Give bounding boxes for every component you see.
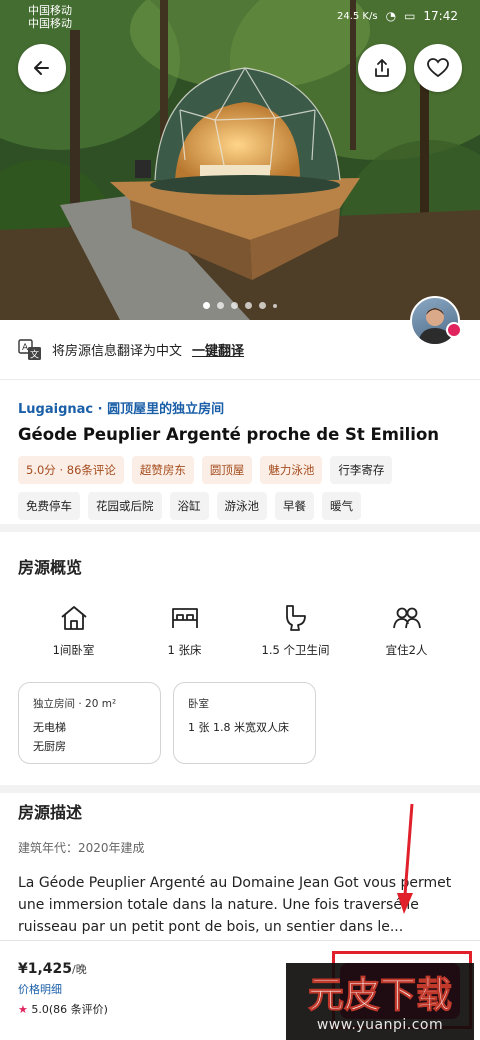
- amenity-tag[interactable]: 5.0分 · 86条评论: [18, 456, 124, 484]
- star-icon: ★: [18, 1003, 28, 1016]
- feature-beds: 1 张床: [129, 604, 240, 658]
- divider: [0, 524, 480, 532]
- house-icon: [60, 606, 87, 630]
- feature-label: 宜住2人: [385, 643, 428, 657]
- pager-dot[interactable]: [231, 302, 238, 309]
- wifi-icon: ◔: [385, 9, 397, 23]
- overview-title: 房源概览: [18, 558, 83, 577]
- toilet-icon: [285, 605, 306, 631]
- guests-icon: [392, 607, 421, 629]
- room-type-card[interactable]: 独立房间 · 20 m² 无电梯 无厨房: [18, 682, 161, 764]
- bedroom-card[interactable]: 卧室 1 张 1.8 米宽双人床: [173, 682, 316, 764]
- listing-page: 中国移动 中国移动 24.5 K/s ◔ ▭ 17:42 A 文 将房源信息翻译…: [0, 0, 480, 1040]
- watermark-url: www.yuanpi.com: [316, 1016, 444, 1033]
- share-button[interactable]: [358, 44, 406, 92]
- net-speed: 24.5 K/s: [336, 10, 378, 22]
- divider: [0, 785, 480, 793]
- back-button[interactable]: [18, 44, 66, 92]
- glamping-dome-photo: [0, 0, 480, 320]
- clock: 17:42: [423, 9, 458, 23]
- amenity-tag[interactable]: 魅力泳池: [260, 456, 323, 484]
- status-bar: 中国移动 中国移动 24.5 K/s ◔ ▭ 17:42: [0, 0, 480, 34]
- svg-text:元皮下载: 元皮下载: [308, 975, 452, 1015]
- translate-button[interactable]: 一键翻译: [192, 340, 244, 359]
- hero-photo[interactable]: 中国移动 中国移动 24.5 K/s ◔ ▭ 17:42: [0, 0, 480, 320]
- heart-icon: [427, 58, 449, 78]
- amenity-tag[interactable]: 暖气: [322, 492, 361, 520]
- card-line: 无厨房: [33, 740, 66, 753]
- feature-label: 1 张床: [167, 643, 202, 657]
- build-year: 建筑年代：2020年建成: [18, 841, 145, 855]
- carrier-1: 中国移动: [28, 4, 72, 17]
- feature-bathrooms: 1.5 个卫生间: [240, 604, 351, 658]
- favorite-button[interactable]: [414, 44, 462, 92]
- amenity-tag[interactable]: 花园或后院: [88, 492, 162, 520]
- translate-bar: A 文 将房源信息翻译为中文 一键翻译: [0, 320, 480, 380]
- description-text[interactable]: La Géode Peuplier Argenté au Domaine Jea…: [18, 872, 462, 938]
- pager-dot[interactable]: [245, 302, 252, 309]
- room-cards: 独立房间 · 20 m² 无电梯 无厨房 卧室 1 张 1.8 米宽双人床: [18, 682, 462, 764]
- site-watermark: 元皮下载 www.yuanpi.com: [286, 963, 474, 1040]
- pager-dot[interactable]: [259, 302, 266, 309]
- carrier-2: 中国移动: [28, 17, 72, 30]
- translate-prompt: 将房源信息翻译为中文: [52, 344, 183, 359]
- amenity-tag[interactable]: 浴缸: [169, 492, 209, 520]
- card-heading: 卧室: [188, 698, 209, 710]
- svg-text:文: 文: [30, 348, 39, 360]
- feature-list: 1间卧室 1 张床 1.5 个卫生间 宜住2人: [18, 604, 462, 658]
- description-section: 房源描述 建筑年代：2020年建成 La Géode Peuplier Arge…: [0, 793, 480, 938]
- pager-dot[interactable]: [203, 302, 210, 309]
- amenity-tag[interactable]: 行李寄存: [330, 456, 393, 484]
- bed-icon: [171, 608, 198, 628]
- arrow-left-icon: [34, 61, 49, 75]
- battery-icon: ▭: [404, 9, 416, 23]
- amenity-tag[interactable]: 游泳池: [216, 492, 267, 520]
- amenity-tag[interactable]: 免费停车: [18, 492, 80, 520]
- pager-dot[interactable]: [217, 302, 224, 309]
- description-title: 房源描述: [18, 803, 83, 822]
- price-amount: ¥1,425: [18, 961, 73, 977]
- amenity-tags: 5.0分 · 86条评论 超赞房东 圆顶屋 魅力泳池 行李寄存免费停车 花园或后院 浴缸 游泳…: [18, 456, 462, 520]
- share-icon: [375, 59, 389, 77]
- feature-guests: 宜住2人: [351, 604, 462, 658]
- amenity-tag[interactable]: 圆顶屋: [201, 456, 253, 484]
- overview-section: 房源概览 1间卧室 1 张床 1.5 个卫生间 宜住2人 独立房间 · 20 m…: [0, 532, 480, 792]
- photo-pager[interactable]: [0, 302, 480, 309]
- listing-title: Géode Peuplier Argenté proche de St Emil…: [18, 425, 440, 444]
- watermark-logo: 元皮下载: [307, 974, 452, 1015]
- amenity-tag[interactable]: 早餐: [275, 492, 314, 520]
- rating-value: 5.0: [31, 1003, 49, 1016]
- listing-subtitle[interactable]: Lugaignac · 圆顶屋里的独立房间: [18, 398, 462, 417]
- translate-icon: A 文: [18, 338, 41, 360]
- feature-label: 1间卧室: [52, 643, 95, 657]
- price-unit: /晚: [72, 963, 87, 976]
- card-heading: 独立房间 · 20 m²: [33, 698, 117, 710]
- review-count: (86 条评价): [48, 1003, 108, 1016]
- card-line: 1 张 1.8 米宽双人床: [188, 721, 289, 734]
- pager-dot[interactable]: [273, 303, 277, 308]
- amenity-tag[interactable]: 超赞房东: [131, 456, 194, 484]
- feature-label: 1.5 个卫生间: [261, 643, 330, 657]
- feature-bedrooms: 1间卧室: [18, 604, 129, 658]
- listing-header: Lugaignac · 圆顶屋里的独立房间 Géode Peuplier Arg…: [0, 380, 480, 520]
- svg-text:A: A: [22, 343, 29, 353]
- card-line: 无电梯: [33, 721, 66, 734]
